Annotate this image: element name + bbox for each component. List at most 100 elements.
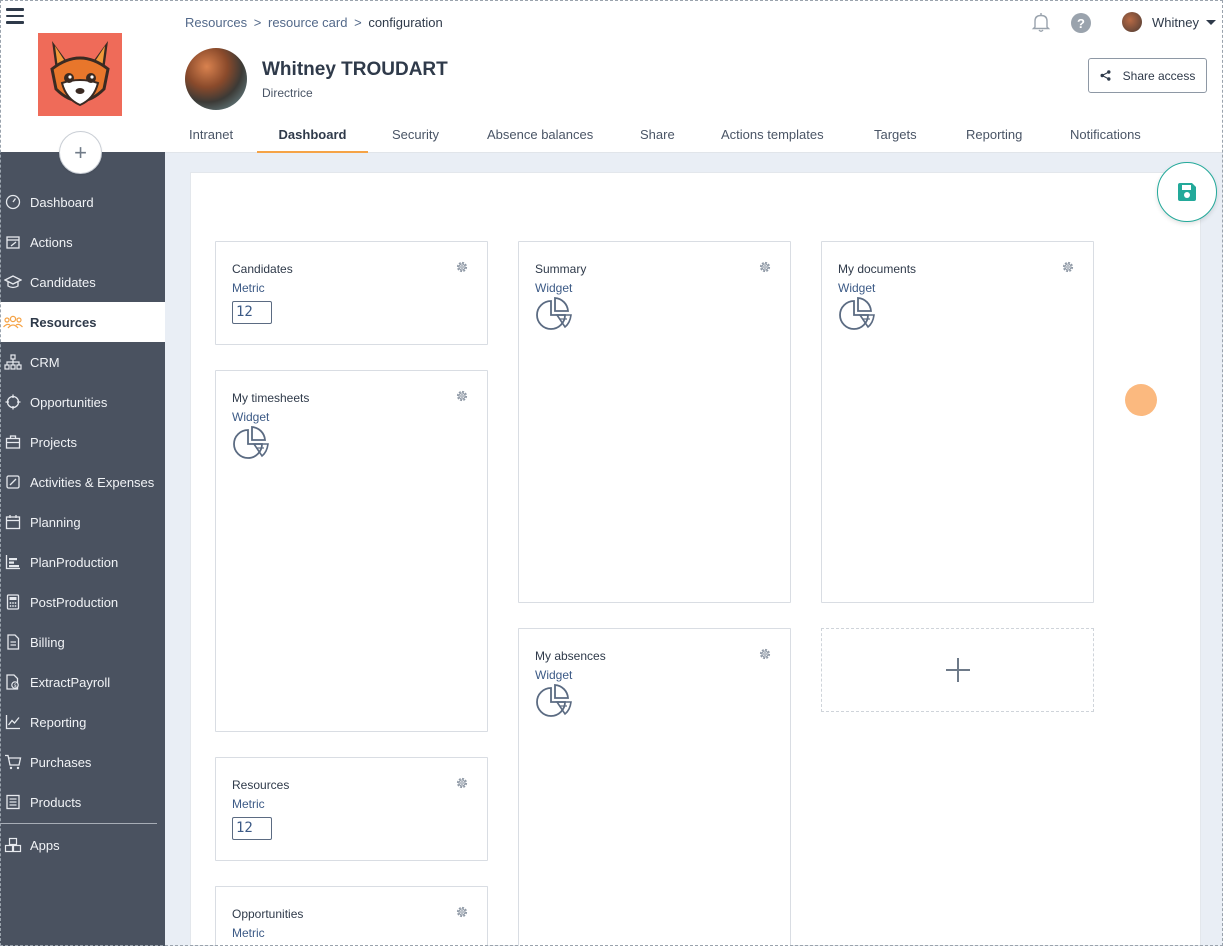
- bell-icon[interactable]: [1031, 12, 1051, 38]
- sidebar-item-candidates[interactable]: Candidates: [0, 262, 165, 302]
- card-title: Summary: [535, 262, 587, 276]
- sidebar-item-projects[interactable]: Projects: [0, 422, 165, 462]
- tab-targets[interactable]: Targets: [874, 118, 917, 153]
- sidebar-item-billing[interactable]: Billing: [0, 622, 165, 662]
- tab-actions-templates[interactable]: Actions templates: [721, 118, 824, 153]
- profile-photo: [185, 48, 247, 110]
- users-icon: [0, 314, 30, 330]
- sidebar-item-actions[interactable]: Actions: [0, 222, 165, 262]
- sidebar-item-label: Resources: [30, 314, 97, 330]
- tab-dashboard[interactable]: Dashboard: [257, 118, 368, 153]
- gear-icon[interactable]: [1061, 260, 1075, 279]
- sidebar-item-apps[interactable]: Apps: [0, 825, 165, 865]
- calendar-edit-icon: [0, 234, 30, 250]
- payroll-icon: $: [0, 674, 30, 690]
- user-name: Whitney: [1152, 14, 1199, 30]
- tab-absence-balances[interactable]: Absence balances: [487, 118, 593, 153]
- sidebar-item-label: Reporting: [30, 714, 87, 730]
- card-title: Resources: [232, 778, 290, 792]
- sidebar-item-products[interactable]: Products: [0, 782, 165, 822]
- sidebar-item-label: Opportunities: [30, 394, 108, 410]
- catalog-icon: [0, 794, 30, 810]
- card-type: Metric: [232, 281, 265, 295]
- calendar-icon: [0, 514, 30, 530]
- sidebar-item-reporting[interactable]: Reporting: [0, 702, 165, 742]
- widget-card-opportunities[interactable]: Opportunities Metric: [215, 886, 488, 946]
- gear-icon[interactable]: [455, 260, 469, 279]
- add-widget-button[interactable]: [821, 628, 1094, 712]
- breadcrumb-link-resource-card[interactable]: resource card: [268, 15, 347, 30]
- sidebar-item-dashboard[interactable]: Dashboard: [0, 182, 165, 222]
- tab-notifications[interactable]: Notifications: [1070, 118, 1141, 153]
- crosshair-icon: [0, 394, 30, 410]
- widget-card-summary[interactable]: Summary Widget: [518, 241, 791, 603]
- sidebar-item-label: Planning: [30, 514, 81, 530]
- page-header: Resources > resource card > configuratio…: [165, 0, 1223, 153]
- sidebar-item-extractpayroll[interactable]: $ ExtractPayroll: [0, 662, 165, 702]
- breadcrumb-link-resources[interactable]: Resources: [185, 15, 247, 30]
- widget-card-my-absences[interactable]: My absences Widget: [518, 628, 791, 946]
- sidebar-item-crm[interactable]: CRM: [0, 342, 165, 382]
- sidebar-divider: [0, 823, 157, 824]
- widget-card-resources[interactable]: Resources Metric 12: [215, 757, 488, 861]
- sidebar-item-label: Purchases: [30, 754, 92, 770]
- add-button[interactable]: +: [59, 131, 102, 174]
- user-menu[interactable]: Whitney: [1122, 12, 1216, 32]
- sidebar-item-label: Projects: [30, 434, 77, 450]
- sidebar-item-label: Candidates: [30, 274, 96, 290]
- tab-intranet[interactable]: Intranet: [189, 118, 233, 153]
- org-chart-icon: [0, 354, 30, 370]
- sidebar-item-label: Apps: [30, 837, 60, 853]
- tab-bar: Intranet Dashboard Security Absence bala…: [165, 118, 1223, 153]
- card-title: My documents: [838, 262, 917, 276]
- gear-icon[interactable]: [758, 260, 772, 279]
- sidebar-item-planning[interactable]: Planning: [0, 502, 165, 542]
- sidebar-item-resources[interactable]: Resources: [0, 302, 165, 342]
- menu-icon[interactable]: [6, 8, 24, 24]
- tab-security[interactable]: Security: [392, 118, 439, 153]
- sidebar-item-label: PostProduction: [30, 594, 119, 610]
- gear-icon[interactable]: [455, 905, 469, 924]
- invoice-icon: [0, 634, 30, 650]
- card-type: Widget: [838, 281, 876, 295]
- gear-icon[interactable]: [455, 776, 469, 795]
- sidebar-item-label: Actions: [30, 234, 73, 250]
- card-type: Metric: [232, 797, 265, 811]
- cart-icon: [0, 754, 30, 770]
- gear-icon[interactable]: [455, 389, 469, 408]
- gear-icon[interactable]: [758, 647, 772, 666]
- sidebar-header: [0, 0, 165, 152]
- card-title: My timesheets: [232, 391, 310, 405]
- sidebar-item-label: CRM: [30, 354, 60, 370]
- pie-chart-icon: [535, 297, 573, 336]
- tab-share[interactable]: Share: [640, 118, 675, 153]
- chevron-down-icon: [1205, 19, 1216, 25]
- tab-reporting[interactable]: Reporting: [966, 118, 1022, 153]
- breadcrumb: Resources > resource card > configuratio…: [185, 15, 443, 30]
- share-access-button[interactable]: Share access: [1088, 58, 1207, 93]
- avatar: [1122, 12, 1142, 32]
- sidebar-item-activities-expenses[interactable]: Activities & Expenses: [0, 462, 165, 502]
- sidebar-item-opportunities[interactable]: Opportunities: [0, 382, 165, 422]
- save-button[interactable]: [1157, 162, 1217, 222]
- bar-chart-icon: [0, 554, 30, 570]
- sidebar-item-postproduction[interactable]: PostProduction: [0, 582, 165, 622]
- help-icon[interactable]: ?: [1071, 13, 1091, 33]
- card-type: Widget: [232, 410, 270, 424]
- sidebar-item-planproduction[interactable]: PlanProduction: [0, 542, 165, 582]
- widget-card-my-timesheets[interactable]: My timesheets Widget: [215, 370, 488, 732]
- sidebar-item-purchases[interactable]: Purchases: [0, 742, 165, 782]
- sidebar: + Dashboard Actions Candidates Resources: [0, 0, 165, 946]
- floppy-disk-icon: [1176, 181, 1198, 203]
- svg-text:$: $: [14, 683, 17, 689]
- fox-logo: [38, 33, 122, 116]
- widget-card-my-documents[interactable]: My documents Widget: [821, 241, 1094, 603]
- pie-chart-icon: [838, 297, 876, 336]
- metric-value: 12: [232, 817, 272, 840]
- breadcrumb-separator: >: [354, 15, 362, 30]
- widget-card-candidates[interactable]: Candidates Metric 12: [215, 241, 488, 345]
- sidebar-item-label: PlanProduction: [30, 554, 119, 570]
- sidebar-item-label: Dashboard: [30, 194, 94, 210]
- drag-cursor-indicator: [1125, 384, 1157, 416]
- sidebar-item-label: Billing: [30, 634, 65, 650]
